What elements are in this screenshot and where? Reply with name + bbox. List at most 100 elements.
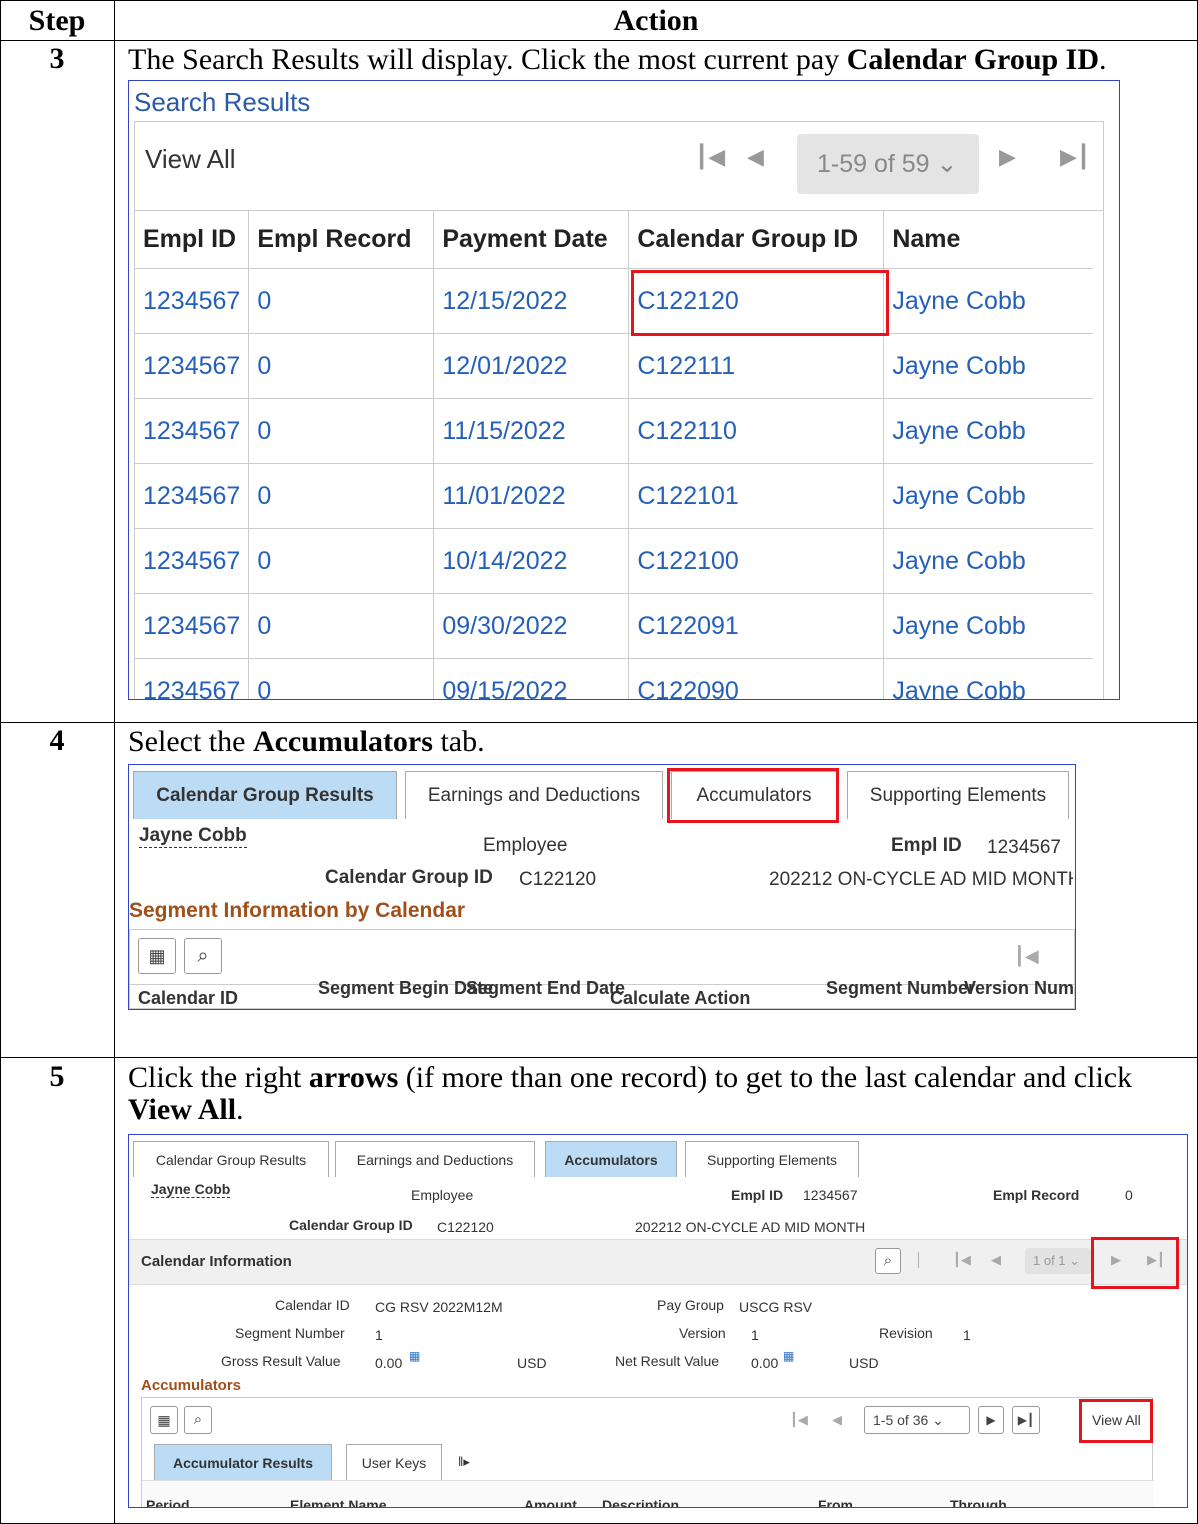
step-number: 3	[49, 42, 65, 75]
next-page-icon[interactable]: ▶	[978, 1406, 1004, 1434]
calendar-group-id-link[interactable]: C122101	[628, 463, 885, 529]
employee-label: Employee	[411, 1187, 474, 1203]
pager-select[interactable]: 1-5 of 36 ⌄	[864, 1406, 970, 1434]
calendar-id-label: Calendar ID	[275, 1297, 350, 1313]
search-icon[interactable]: ⌕	[875, 1248, 901, 1274]
calculator-icon[interactable]: ▦	[783, 1349, 794, 1363]
empl-id-link[interactable]: 1234567	[135, 398, 250, 464]
first-page-icon[interactable]: ┃◀	[1014, 946, 1039, 967]
search-results-screenshot: Search Results View All ┃◀ ◀ 1-59 of 59 …	[128, 80, 1120, 700]
column-header[interactable]: Payment Date	[433, 210, 630, 269]
table-row[interactable]: 1234567 0 12/01/2022 C122111 Jayne Cobb	[135, 333, 1094, 399]
payment-date-link[interactable]: 09/30/2022	[433, 593, 630, 659]
previous-page-icon[interactable]: ◀	[747, 144, 764, 170]
version-value: 1	[751, 1327, 759, 1343]
column-header: Calendar ID	[138, 988, 239, 1008]
table-row[interactable]: 1234567 0 09/15/2022 C122090 Jayne Cobb	[135, 658, 1094, 699]
empl-record-link[interactable]: 0	[248, 593, 435, 659]
column-header: Version Number	[964, 978, 1075, 998]
last-page-icon[interactable]: ▶┃	[1060, 144, 1090, 170]
table-row[interactable]: 1234567 0 10/14/2022 C122100 Jayne Cobb	[135, 528, 1094, 594]
personalize-grid-icon[interactable]: ▦	[150, 1406, 178, 1434]
employee-name[interactable]: Jayne Cobb	[139, 825, 247, 848]
empl-record-link[interactable]: 0	[248, 333, 435, 399]
tab-accumulator-results[interactable]: Accumulator Results	[154, 1444, 332, 1480]
pager-select[interactable]: 1-59 of 59 ⌄	[797, 134, 979, 194]
calendar-group-id-link[interactable]: C122110	[628, 398, 885, 464]
header-divider	[0, 40, 1198, 41]
empl-record-link[interactable]: 0	[248, 268, 435, 334]
payment-date-link[interactable]: 11/15/2022	[433, 398, 630, 464]
previous-page-icon[interactable]: ◀	[991, 1252, 1001, 1268]
calendar-group-id-link[interactable]: C122111	[628, 333, 885, 399]
name-link[interactable]: Jayne Cobb	[883, 333, 1094, 399]
first-page-icon[interactable]: │	[915, 1252, 923, 1267]
highlight-box	[667, 768, 839, 823]
empl-id-link[interactable]: 1234567	[135, 593, 250, 659]
revision-value: 1	[963, 1327, 971, 1343]
next-page-icon[interactable]: ▶	[999, 144, 1016, 170]
empl-id-link[interactable]: 1234567	[135, 268, 250, 334]
tab-user-keys[interactable]: User Keys	[346, 1444, 442, 1480]
table-row[interactable]: 1234567 0 09/30/2022 C122091 Jayne Cobb	[135, 593, 1094, 659]
tab-accumulators[interactable]: Accumulators	[545, 1141, 677, 1177]
expand-columns-icon[interactable]: ‖▸	[458, 1454, 470, 1470]
empl-id-link[interactable]: 1234567	[135, 333, 250, 399]
pay-group-label: Pay Group	[657, 1297, 724, 1313]
section-title: Accumulators	[141, 1377, 242, 1394]
calendar-group-id-link[interactable]: C122091	[628, 593, 885, 659]
empl-record-link[interactable]: 0	[248, 528, 435, 594]
first-page-icon[interactable]: ┃◀	[953, 1252, 971, 1268]
first-page-icon[interactable]: ┃◀	[695, 144, 725, 170]
name-link[interactable]: Jayne Cobb	[883, 463, 1094, 529]
search-icon[interactable]: ⌕	[184, 1406, 212, 1434]
payment-date-link[interactable]: 12/01/2022	[433, 333, 630, 399]
action-column-header: Action	[613, 4, 699, 37]
first-page-icon[interactable]: ┃◀	[790, 1412, 808, 1428]
payment-date-link[interactable]: 10/14/2022	[433, 528, 630, 594]
name-link[interactable]: Jayne Cobb	[883, 268, 1094, 334]
gross-currency: USD	[517, 1355, 547, 1371]
payment-date-link[interactable]: 12/15/2022	[433, 268, 630, 334]
personalize-grid-icon[interactable]: ▦	[138, 938, 176, 974]
table-row[interactable]: 1234567 0 11/01/2022 C122101 Jayne Cobb	[135, 463, 1094, 529]
column-header[interactable]: Calendar Group ID	[628, 210, 885, 269]
calendar-group-id-link[interactable]: C122090	[628, 658, 885, 699]
table-row[interactable]: 1234567 0 12/15/2022 C122120 Jayne Cobb	[135, 268, 1094, 334]
tab-earnings-deductions[interactable]: Earnings and Deductions	[335, 1141, 535, 1177]
section-title: Segment Information by Calendar	[129, 899, 466, 922]
empl-record-link[interactable]: 0	[248, 658, 435, 699]
tab-calendar-group-results[interactable]: Calendar Group Results	[133, 771, 397, 819]
tab-supporting-elements[interactable]: Supporting Elements	[847, 771, 1069, 819]
view-all-link[interactable]: View All	[145, 144, 236, 175]
employee-name[interactable]: Jayne Cobb	[151, 1181, 231, 1198]
last-page-icon[interactable]: ▶┃	[1012, 1406, 1040, 1434]
column-header[interactable]: Empl ID	[135, 210, 250, 269]
net-currency: USD	[849, 1355, 879, 1371]
payment-date-link[interactable]: 09/15/2022	[433, 658, 630, 699]
previous-page-icon[interactable]: ◀	[832, 1412, 842, 1428]
payment-date-link[interactable]: 11/01/2022	[433, 463, 630, 529]
calculator-icon[interactable]: ▦	[409, 1349, 420, 1363]
column-header[interactable]: Empl Record	[248, 210, 435, 269]
calendar-group-id-link[interactable]: C122100	[628, 528, 885, 594]
table-row[interactable]: 1234567 0 11/15/2022 C122110 Jayne Cobb	[135, 398, 1094, 464]
empl-record-link[interactable]: 0	[248, 398, 435, 464]
empl-id-link[interactable]: 1234567	[135, 658, 250, 699]
pager-select[interactable]: 1 of 1 ⌄	[1025, 1248, 1091, 1274]
net-result-value: 0.00	[751, 1355, 779, 1371]
step-number: 4	[49, 724, 65, 757]
column-header: Amount	[524, 1497, 577, 1508]
tab-earnings-deductions[interactable]: Earnings and Deductions	[405, 771, 663, 819]
tab-calendar-group-results[interactable]: Calendar Group Results	[133, 1141, 329, 1177]
empl-id-link[interactable]: 1234567	[135, 528, 250, 594]
column-header[interactable]: Name	[883, 210, 1094, 269]
search-icon[interactable]: ⌕	[184, 938, 222, 974]
empl-id-link[interactable]: 1234567	[135, 463, 250, 529]
name-link[interactable]: Jayne Cobb	[883, 593, 1094, 659]
name-link[interactable]: Jayne Cobb	[883, 658, 1094, 699]
empl-record-link[interactable]: 0	[248, 463, 435, 529]
name-link[interactable]: Jayne Cobb	[883, 398, 1094, 464]
tab-supporting-elements[interactable]: Supporting Elements	[685, 1141, 859, 1177]
name-link[interactable]: Jayne Cobb	[883, 528, 1094, 594]
